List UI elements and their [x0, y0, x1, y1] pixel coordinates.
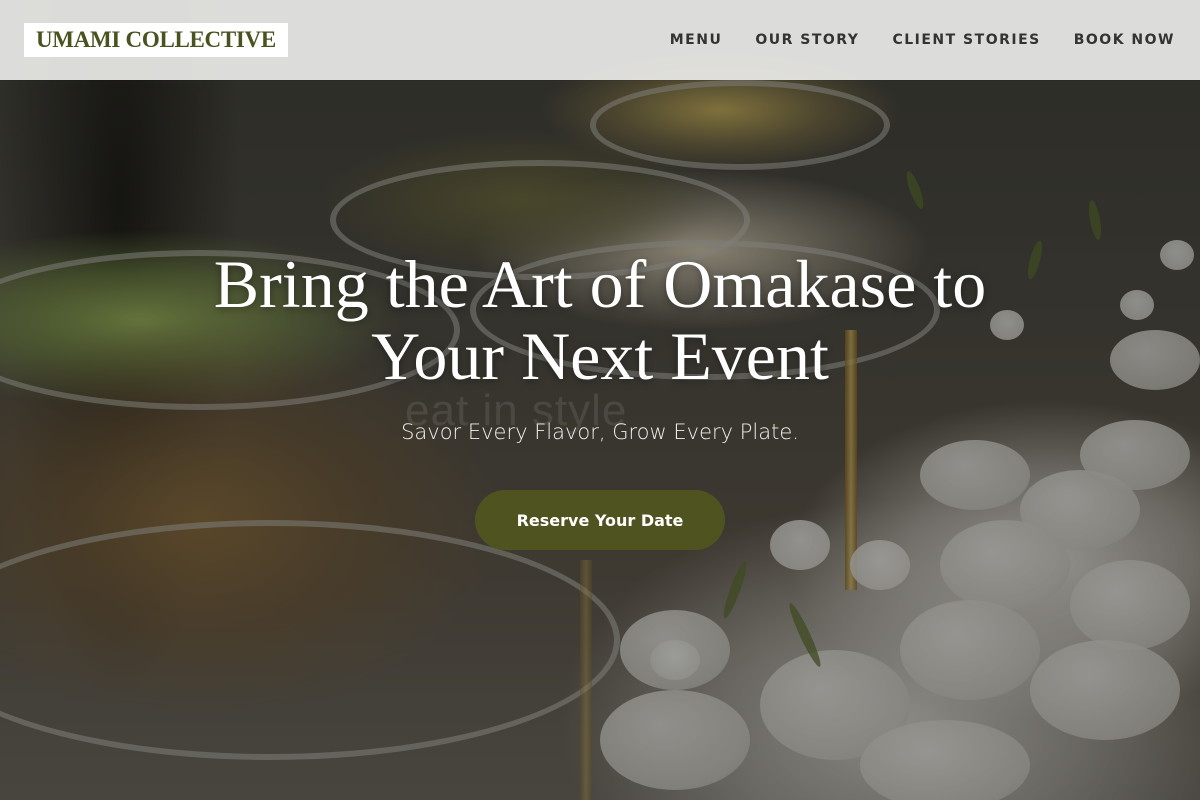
hero-background-image: eat in style	[0, 0, 1200, 800]
hero-tagline: Savor Every Flavor, Grow Every Plate.	[401, 420, 799, 444]
site-header: UMAMI COLLECTIVE MENU OUR STORY CLIENT S…	[0, 0, 1200, 80]
brand-logo[interactable]: UMAMI COLLECTIVE	[24, 23, 288, 57]
reserve-date-button[interactable]: Reserve Your Date	[475, 490, 725, 550]
hero-headline-line-1: Bring the Art of Omakase to	[213, 246, 987, 322]
hero-headline: Bring the Art of Omakase to Your Next Ev…	[0, 248, 1200, 392]
main-nav: MENU OUR STORY CLIENT STORIES BOOK NOW	[637, 0, 1175, 80]
nav-item-client-stories[interactable]: CLIENT STORIES	[892, 32, 1040, 48]
nav-item-menu[interactable]: MENU	[670, 32, 723, 48]
hero-overlay	[0, 0, 1200, 800]
nav-item-book-now[interactable]: BOOK NOW	[1074, 32, 1175, 48]
hero-headline-line-2: Your Next Event	[371, 318, 829, 394]
nav-item-our-story[interactable]: OUR STORY	[755, 32, 859, 48]
